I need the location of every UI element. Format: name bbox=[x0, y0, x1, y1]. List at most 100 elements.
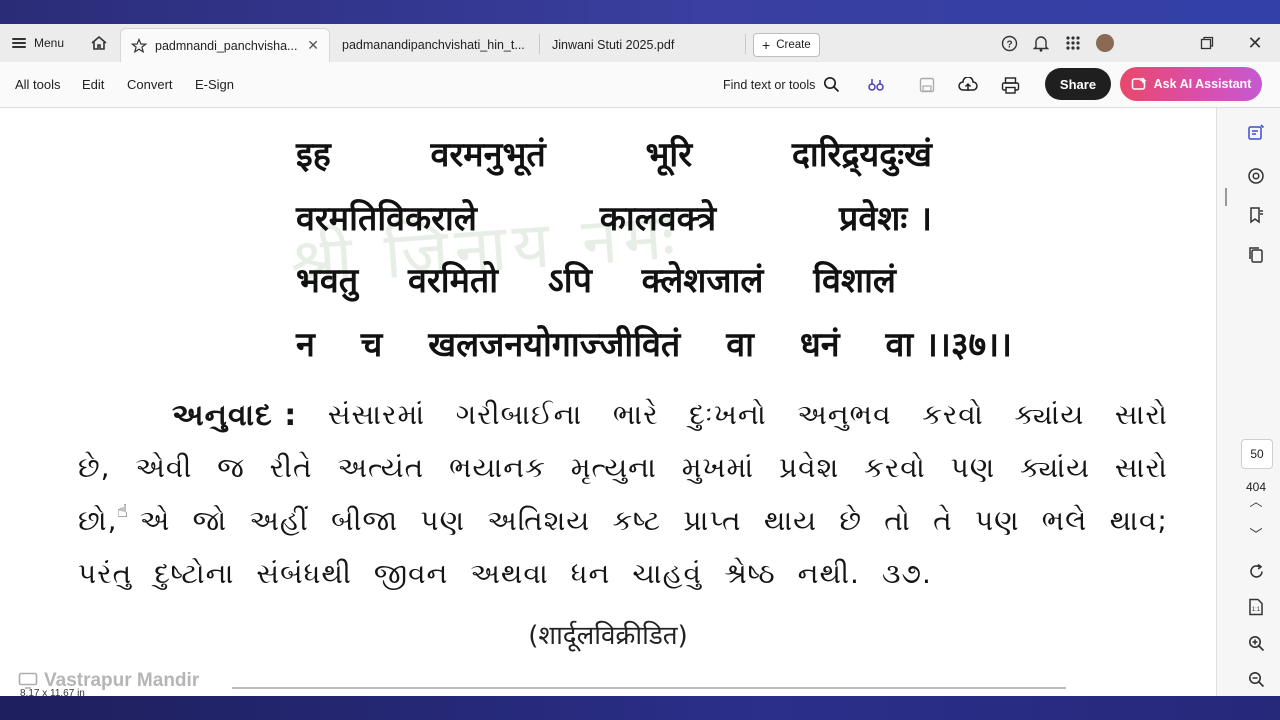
word: નથી. bbox=[797, 557, 860, 590]
word: दारिद्र्यदुःखं bbox=[791, 135, 932, 175]
tab-label: padmanandipanchvishati_hin_t... bbox=[342, 38, 525, 52]
word: वरमनुभूतं bbox=[430, 135, 546, 175]
page-size-readout: 8.17 x 11.67 in bbox=[20, 688, 85, 696]
word: એવી bbox=[135, 451, 193, 484]
zoom-out-icon[interactable] bbox=[1245, 668, 1267, 690]
comment-edit-icon[interactable] bbox=[1245, 122, 1267, 144]
word: भूरि bbox=[645, 135, 693, 175]
word: અતિશય bbox=[487, 504, 591, 537]
sanskrit-line: भवतु वरमितो ऽपि क्लेशजालं विशालं bbox=[296, 256, 896, 302]
zoom-in-icon[interactable] bbox=[1245, 632, 1267, 654]
fit-page-icon[interactable]: 1:1 bbox=[1245, 596, 1267, 618]
word: થાવ; bbox=[1109, 504, 1168, 537]
chevron-up-icon[interactable]: ︿ bbox=[1245, 489, 1267, 511]
tab-divider bbox=[745, 34, 746, 54]
rotate-icon[interactable] bbox=[1245, 560, 1267, 582]
bell-icon[interactable] bbox=[1032, 34, 1050, 52]
chevron-down-icon[interactable]: ﹀ bbox=[1245, 522, 1267, 544]
plus-icon: + bbox=[762, 37, 771, 53]
word: પણ bbox=[420, 504, 466, 537]
home-button[interactable] bbox=[88, 24, 110, 62]
word: इह bbox=[296, 135, 331, 175]
save-icon[interactable] bbox=[917, 75, 937, 95]
upload-cloud-icon[interactable] bbox=[958, 75, 978, 95]
word: અત્યંત bbox=[337, 451, 425, 484]
word: બીજા bbox=[331, 504, 399, 537]
word: કરવો bbox=[922, 398, 984, 431]
word: ૩૭. bbox=[881, 557, 932, 590]
horizontal-scrollbar[interactable] bbox=[232, 687, 1066, 689]
at-mention-icon[interactable] bbox=[1245, 165, 1267, 187]
create-button[interactable]: + Create bbox=[753, 33, 820, 57]
word: પ્રાપ્ત bbox=[683, 504, 742, 537]
word: खलजनयोगाज्जीवितं bbox=[428, 325, 681, 365]
tab-padmanandipanchvishati[interactable]: padmanandipanchvishati_hin_t... bbox=[332, 28, 538, 62]
find-label: Find text or tools bbox=[723, 77, 816, 92]
page-number-input[interactable]: 50 bbox=[1241, 439, 1273, 469]
svg-text:?: ? bbox=[1006, 39, 1012, 50]
tab-jinwani-stuti[interactable]: Jinwani Stuti 2025.pdf bbox=[542, 28, 742, 62]
restream-watermark: Restream bbox=[1092, 124, 1202, 151]
word: પણ bbox=[974, 504, 1020, 537]
all-tools-button[interactable]: All tools bbox=[15, 62, 61, 107]
word: અનુભવ bbox=[797, 398, 892, 431]
word: છો, bbox=[78, 504, 118, 537]
restore-window-icon[interactable] bbox=[1198, 34, 1216, 52]
tab-padmnandi[interactable]: padmnandi_panchvisha... ✕ bbox=[120, 28, 330, 62]
home-icon bbox=[91, 35, 107, 50]
word: સંસારમાં bbox=[327, 398, 426, 431]
word: થાય bbox=[763, 504, 818, 537]
word: ગરીબાઈના bbox=[455, 398, 583, 431]
vertical-scrollbar-thumb[interactable] bbox=[1225, 188, 1227, 206]
translation-line: પરંતુ દુષ્ટોના સંબંધથી જીવન અથવા ધન ચાહવ… bbox=[78, 557, 1168, 591]
word: ધન bbox=[570, 557, 611, 590]
hamburger-icon bbox=[12, 38, 26, 48]
share-button[interactable]: Share bbox=[1045, 68, 1111, 100]
esign-button[interactable]: E-Sign bbox=[195, 62, 234, 107]
tab-label: padmnandi_panchvisha... bbox=[155, 38, 298, 53]
ai-sparkle-icon bbox=[1131, 76, 1147, 90]
find-text-button[interactable]: Find text or tools bbox=[723, 62, 840, 107]
word: રીતે bbox=[269, 451, 313, 484]
word: સારો bbox=[1114, 451, 1168, 484]
word: वरमतिविकराले bbox=[296, 199, 477, 239]
tab-bar: Menu padmnandi_panchvisha... ✕ padmanand… bbox=[0, 24, 1280, 63]
copy-pages-icon[interactable] bbox=[1245, 244, 1267, 266]
anuvad-heading: અનુવાદ : bbox=[172, 398, 298, 433]
close-window-icon[interactable]: ✕ bbox=[1246, 33, 1264, 54]
create-label: Create bbox=[776, 39, 811, 51]
close-tab-icon[interactable]: ✕ bbox=[307, 37, 319, 54]
word: મૃત્યુના bbox=[570, 451, 657, 484]
tab-label: Jinwani Stuti 2025.pdf bbox=[552, 38, 675, 52]
help-icon[interactable]: ? bbox=[1000, 34, 1018, 52]
word: वा bbox=[726, 325, 754, 365]
word: સંબંધથી bbox=[256, 557, 352, 590]
translation-line: છે, એવી જ રીતે અત્યંત ભયાનક મૃત્યુના મુખ… bbox=[78, 451, 1168, 485]
apps-grid-icon[interactable] bbox=[1064, 34, 1082, 52]
word: च bbox=[360, 325, 383, 365]
menu-label: Menu bbox=[34, 36, 65, 50]
convert-button[interactable]: Convert bbox=[127, 62, 173, 107]
word: धनं bbox=[799, 325, 840, 365]
print-icon[interactable] bbox=[1000, 75, 1020, 95]
word: અહીં bbox=[249, 504, 309, 537]
avatar[interactable] bbox=[1096, 34, 1114, 52]
read-aloud-icon[interactable] bbox=[866, 75, 886, 95]
word: અથવા bbox=[470, 557, 549, 590]
word: કષ્ટ bbox=[612, 504, 662, 537]
bookmark-icon[interactable] bbox=[1245, 204, 1267, 226]
word: દુઃખનો bbox=[689, 398, 767, 431]
document-page[interactable]: श्री जिनाय नमः इह वरमनुभूतं भूरि दारिद्र… bbox=[0, 108, 1216, 696]
ask-ai-assistant-button[interactable]: Ask AI Assistant bbox=[1120, 67, 1262, 101]
sanskrit-line: इह वरमनुभूतं भूरि दारिद्र्यदुःखं bbox=[296, 130, 932, 176]
edit-button[interactable]: Edit bbox=[82, 62, 104, 107]
meter-label: (शार्दूलविक्रीडित) bbox=[528, 621, 688, 651]
toolbar: All tools Edit Convert E-Sign Find text … bbox=[0, 62, 1280, 108]
word: प्रवेशः । bbox=[839, 199, 932, 239]
word: એ bbox=[139, 504, 171, 537]
word: ચાહવું bbox=[632, 557, 703, 590]
menu-button[interactable]: Menu bbox=[12, 24, 64, 62]
translation-line: છો, એ જો અહીં બીજા પણ અતિશય કષ્ટ પ્રાપ્ત… bbox=[78, 504, 1168, 538]
ai-label: Ask AI Assistant bbox=[1153, 77, 1252, 91]
word: ક્યાંય bbox=[1014, 398, 1085, 431]
